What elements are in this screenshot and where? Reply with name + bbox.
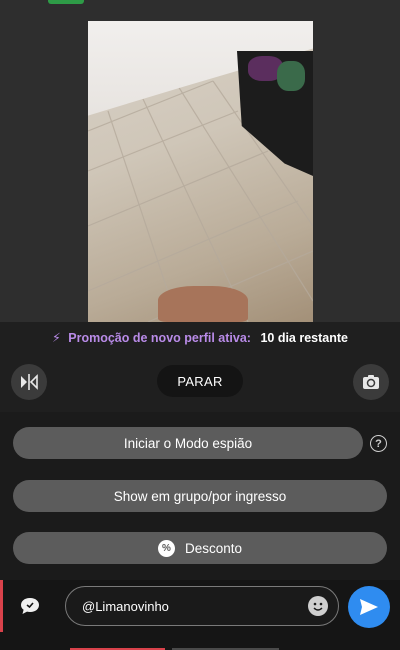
promo-banner: ⚡ Promoção de novo perfil ativa: 10 dia … [0,330,400,345]
chat-message-input[interactable] [82,598,292,614]
switch-camera-icon [363,375,379,389]
discount-icon: % [157,539,175,557]
promo-days-remaining: 10 dia restante [260,331,348,345]
lightning-icon: ⚡ [52,331,61,345]
chat-input-wrapper [65,586,339,626]
help-icon[interactable]: ? [370,435,387,452]
promo-label: Promoção de novo perfil ativa: [68,331,251,345]
camera-frame [88,21,313,322]
send-icon [360,599,378,615]
chat-bubble-icon [20,598,39,614]
top-bar [0,0,400,20]
group-show-button[interactable]: Show em grupo/por ingresso [13,480,387,512]
discount-button[interactable]: % Desconto [13,532,387,564]
clothes-image [277,61,305,91]
actions-menu: Iniciar o Modo espião Show em grupo/por … [0,412,400,580]
live-status-chip [48,0,84,4]
chat-toggle-button[interactable] [0,580,56,632]
switch-camera-button[interactable] [353,364,389,400]
foot-image [158,286,248,322]
flip-horizontal-icon [21,374,38,390]
emoji-icon[interactable] [308,596,328,616]
video-preview-area [0,0,400,322]
stop-button[interactable]: PARAR [157,365,243,397]
send-button[interactable] [348,586,390,628]
flip-horizontal-button[interactable] [11,364,47,400]
discount-label: Desconto [184,540,243,556]
spy-mode-button[interactable]: Iniciar o Modo espião [13,427,363,459]
